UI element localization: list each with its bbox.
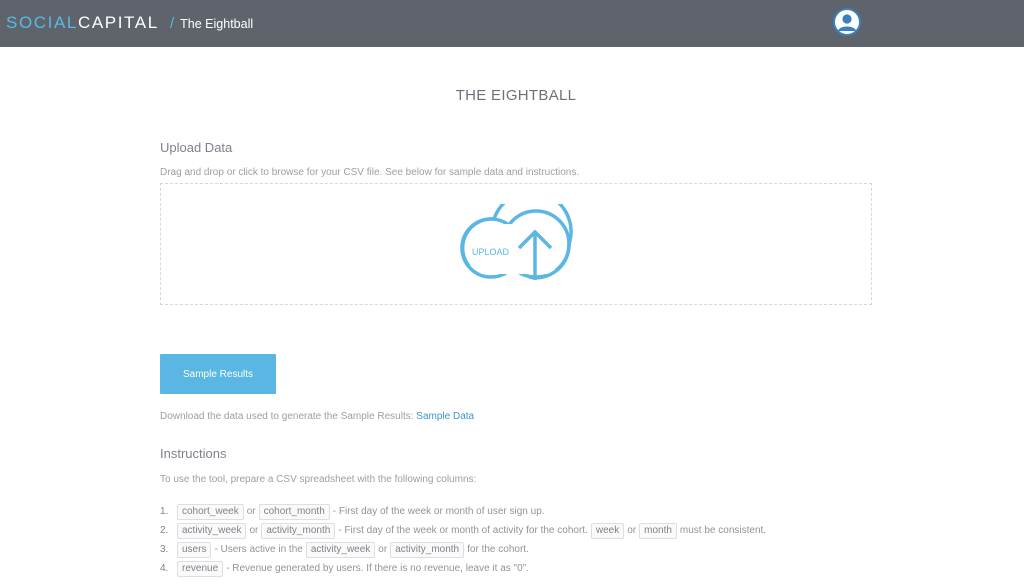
cloud-upload-icon: UPLOAD bbox=[460, 204, 573, 280]
list-text: or bbox=[378, 544, 388, 555]
column-code: activity_week bbox=[177, 522, 247, 539]
list-item: 3. users - Users active in the activity_… bbox=[160, 540, 766, 559]
column-code: activity_month bbox=[390, 541, 465, 558]
column-code: month bbox=[639, 522, 677, 539]
list-text: or bbox=[249, 525, 259, 536]
column-code: cohort_month bbox=[258, 503, 330, 520]
upload-heading: Upload Data bbox=[160, 140, 233, 155]
list-text: - Users active in the bbox=[214, 544, 303, 555]
column-code: revenue bbox=[177, 560, 224, 577]
list-text: - Revenue generated by users. If there i… bbox=[226, 563, 529, 574]
instructions-list: 1. cohort_week or cohort_month - First d… bbox=[160, 502, 766, 578]
upload-icon-label: UPLOAD bbox=[472, 247, 510, 257]
column-code: users bbox=[177, 541, 212, 558]
list-number: 3. bbox=[160, 544, 169, 555]
list-number: 2. bbox=[160, 525, 169, 536]
user-avatar-icon[interactable] bbox=[833, 8, 861, 36]
list-text: - First day of the week or month of user… bbox=[332, 506, 545, 517]
list-item: 4. revenue - Revenue generated by users.… bbox=[160, 559, 766, 578]
download-row: Download the data used to generate the S… bbox=[160, 411, 474, 422]
list-text: or bbox=[627, 525, 637, 536]
sample-data-link[interactable]: Sample Data bbox=[416, 411, 474, 422]
list-item: 1. cohort_week or cohort_month - First d… bbox=[160, 502, 766, 521]
brand-logo[interactable]: SOCIALCAPITAL bbox=[6, 13, 159, 33]
top-navigation-bar: SOCIALCAPITAL / The Eightball bbox=[0, 0, 1024, 47]
instructions-heading: Instructions bbox=[160, 446, 227, 461]
list-text: or bbox=[246, 506, 256, 517]
breadcrumb-current[interactable]: The Eightball bbox=[180, 17, 253, 31]
page-title: THE EIGHTBALL bbox=[455, 87, 577, 104]
column-code: cohort_week bbox=[177, 503, 244, 520]
list-text: for the cohort. bbox=[467, 544, 529, 555]
column-code: activity_week bbox=[305, 541, 376, 558]
list-item: 2. activity_week or activity_month - Fir… bbox=[160, 521, 766, 540]
upload-description: Drag and drop or click to browse for you… bbox=[160, 167, 580, 178]
brand-part-social: SOCIAL bbox=[6, 13, 78, 32]
download-text: Download the data used to generate the S… bbox=[160, 411, 414, 422]
list-text: - First day of the week or month of acti… bbox=[338, 525, 588, 536]
breadcrumb: / The Eightball bbox=[170, 15, 253, 32]
instructions-intro: To use the tool, prepare a CSV spreadshe… bbox=[160, 474, 477, 485]
column-code: week bbox=[590, 522, 625, 539]
upload-dropzone[interactable]: UPLOAD bbox=[160, 183, 872, 305]
sample-results-button[interactable]: Sample Results bbox=[160, 354, 276, 394]
list-text: must be consistent. bbox=[679, 525, 767, 536]
breadcrumb-separator: / bbox=[170, 15, 175, 32]
column-code: activity_month bbox=[261, 522, 336, 539]
list-number: 1. bbox=[160, 506, 169, 517]
brand-part-capital: CAPITAL bbox=[77, 13, 159, 32]
list-number: 4. bbox=[160, 563, 169, 574]
